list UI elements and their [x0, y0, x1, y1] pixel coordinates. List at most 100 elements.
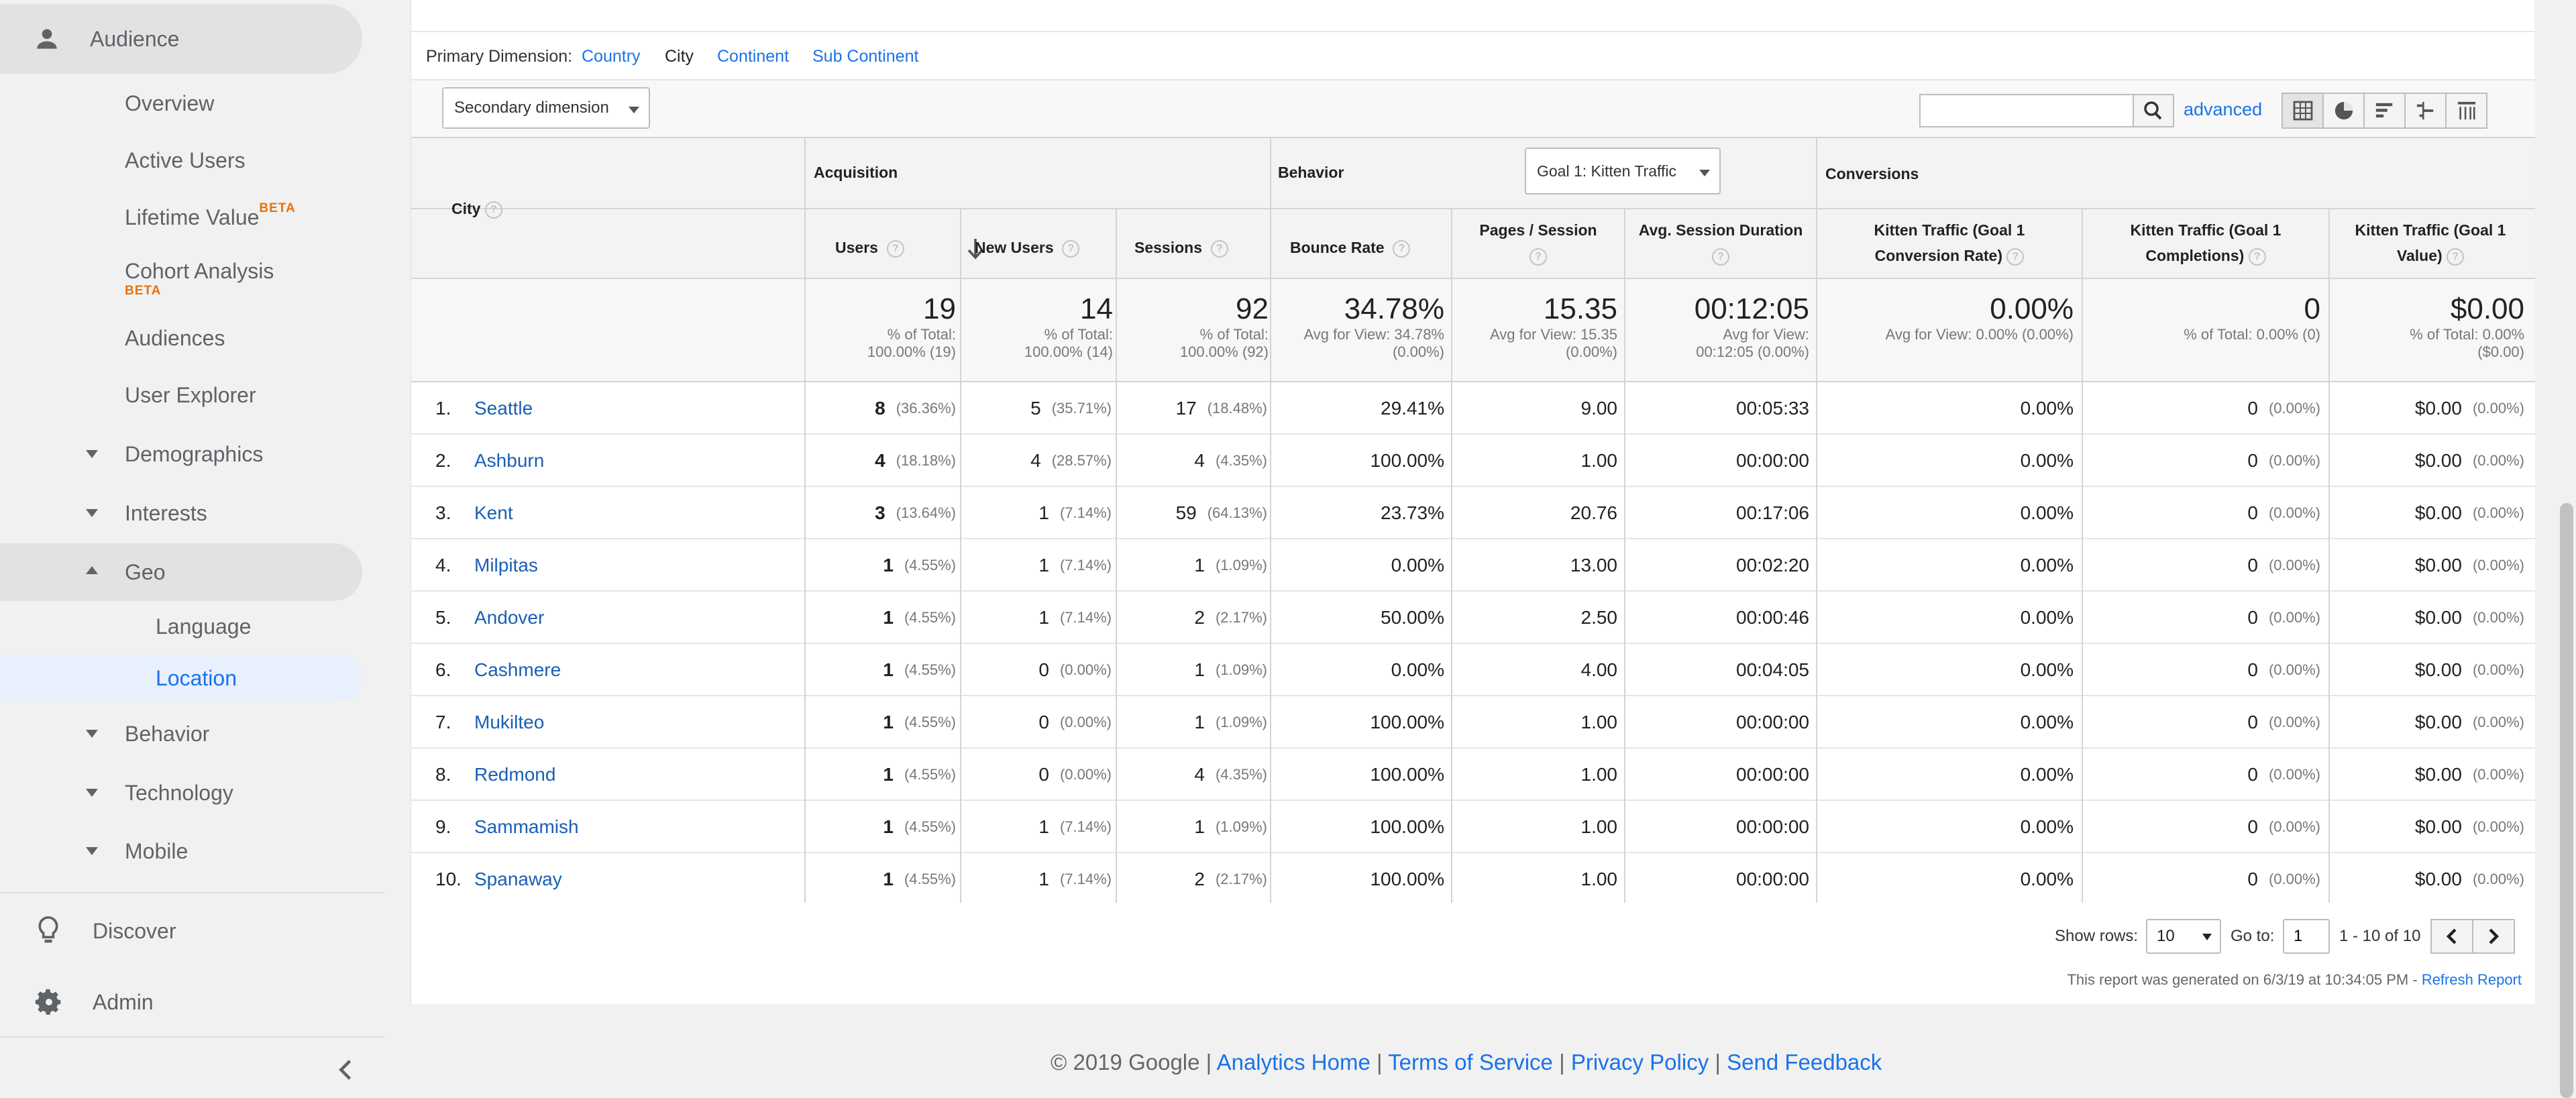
cell-sessions: 59 (64.13%)	[1176, 487, 1267, 539]
sidebar-item-admin[interactable]: Admin	[34, 985, 154, 1020]
cell-percent: (4.55%)	[904, 818, 956, 835]
city-link[interactable]: Sammamish	[474, 801, 579, 853]
column-header-completions[interactable]: Kitten Traffic (Goal 1 Completions) ?	[2083, 217, 2328, 268]
cell-percent: (0.00%)	[2472, 609, 2524, 626]
collapse-sidebar-button[interactable]	[335, 1058, 354, 1085]
column-label: Conversion Rate)	[1874, 247, 2003, 264]
cell-percent: (7.14%)	[1059, 871, 1112, 887]
pie-view-button[interactable]	[2322, 93, 2365, 129]
city-link[interactable]: Redmond	[474, 749, 555, 801]
table-view-button[interactable]	[2282, 93, 2324, 129]
table-search-input[interactable]	[1919, 94, 2134, 127]
column-header-new-users[interactable]: New Users ?	[975, 235, 1122, 260]
cell-value: 100.00%	[1370, 816, 1444, 837]
cell-value: 20.76	[1570, 502, 1617, 523]
sidebar-item-cohort-analysis[interactable]: Cohort Analysis BETA	[125, 259, 353, 299]
column-header-users[interactable]: Users ?	[835, 235, 989, 260]
city-link[interactable]: Ashburn	[474, 435, 544, 487]
chevron-down-icon	[629, 107, 639, 113]
bar-view-button[interactable]	[2363, 93, 2406, 129]
scrollbar-thumb[interactable]	[2560, 503, 2573, 1098]
help-icon: ?	[484, 201, 502, 219]
search-button[interactable]	[2133, 94, 2174, 127]
column-header-value[interactable]: Kitten Traffic (Goal 1 Value) ?	[2330, 217, 2531, 268]
column-header-conversion-rate[interactable]: Kitten Traffic (Goal 1 Conversion Rate) ?	[1817, 217, 2082, 268]
sidebar-item-user-explorer[interactable]: User Explorer	[125, 379, 256, 411]
comparison-view-button[interactable]	[2404, 93, 2447, 129]
column-header-avg-session-duration[interactable]: Avg. Session Duration?	[1625, 217, 1816, 268]
cell-value: 2	[1194, 607, 1205, 628]
sidebar-item-demographics[interactable]: Demographics	[125, 438, 263, 470]
next-page-button[interactable]	[2472, 919, 2515, 954]
dimension-continent-link[interactable]: Continent	[717, 47, 789, 66]
dimension-city-selected: City	[665, 47, 694, 66]
terms-link[interactable]: Terms of Service	[1388, 1050, 1553, 1075]
total-users: 19% of Total: 100.00% (19)	[867, 292, 956, 360]
city-link[interactable]: Milpitas	[474, 539, 538, 592]
previous-page-button[interactable]	[2430, 919, 2473, 954]
cell-conversion-rate: 0.00%	[2021, 644, 2074, 696]
cell-percent: (1.09%)	[1215, 714, 1267, 730]
cell-value: 0	[2247, 869, 2258, 889]
sidebar-item-discover[interactable]: Discover	[34, 914, 176, 948]
cell-value: 1	[1194, 816, 1205, 837]
sidebar-item-overview[interactable]: Overview	[125, 87, 214, 119]
cell-sessions: 2 (2.17%)	[1194, 592, 1267, 644]
advanced-filter-link[interactable]: advanced	[2184, 99, 2262, 120]
sidebar-item-language[interactable]: Language	[156, 610, 251, 643]
dimension-country-link[interactable]: Country	[582, 47, 641, 66]
cell-value: $0.00	[2414, 659, 2462, 680]
sidebar-item-location[interactable]: Location	[156, 662, 237, 694]
refresh-report-link[interactable]: Refresh Report	[2422, 971, 2522, 988]
sidebar-item-mobile[interactable]: Mobile	[125, 835, 188, 867]
cell-value: $0.00	[2414, 869, 2462, 889]
city-link[interactable]: Kent	[474, 487, 513, 539]
chevron-left-icon	[2446, 928, 2457, 944]
page-footer: © 2019 Google | Analytics Home | Terms o…	[1051, 1050, 1882, 1075]
analytics-home-link[interactable]: Analytics Home	[1217, 1050, 1371, 1075]
cell-sessions: 4 (4.35%)	[1194, 435, 1267, 487]
cell-value: 17	[1175, 398, 1197, 419]
secondary-dimension-dropdown[interactable]: Secondary dimension	[442, 87, 650, 129]
person-icon	[37, 29, 57, 49]
column-header-city[interactable]: City ?	[451, 196, 502, 221]
sidebar-item-lifetime-value[interactable]: Lifetime Value BETA	[125, 201, 296, 233]
cell-percent: (18.48%)	[1207, 400, 1267, 417]
sidebar-item-behavior[interactable]: Behavior	[125, 718, 209, 750]
goto-page-input[interactable]	[2283, 919, 2330, 954]
column-header-sessions[interactable]: Sessions ?	[1134, 235, 1282, 260]
column-header-bounce-rate[interactable]: Bounce Rate ?	[1290, 235, 1451, 260]
sidebar-item-geo[interactable]: Geo	[125, 556, 165, 588]
page-range: 1 - 10 of 10	[2339, 927, 2421, 945]
beta-badge: BETA	[259, 201, 296, 215]
cell-percent: (0.00%)	[2268, 452, 2320, 469]
city-link[interactable]: Seattle	[474, 382, 533, 435]
feedback-link[interactable]: Send Feedback	[1727, 1050, 1882, 1075]
city-link[interactable]: Spanaway	[474, 853, 562, 905]
cell-percent: (0.00%)	[2472, 766, 2524, 783]
sidebar-item-technology[interactable]: Technology	[125, 777, 233, 809]
dimension-subcontinent-link[interactable]: Sub Continent	[812, 47, 918, 66]
geo-highlight	[0, 543, 362, 601]
pivot-view-button[interactable]	[2445, 93, 2487, 129]
city-link[interactable]: Cashmere	[474, 644, 561, 696]
sidebar-item-active-users[interactable]: Active Users	[125, 144, 246, 176]
city-link[interactable]: Mukilteo	[474, 696, 544, 749]
cell-value: 0.00%	[2020, 450, 2074, 471]
cell-sessions: 1 (1.09%)	[1194, 644, 1267, 696]
chevron-down-icon	[2202, 934, 2212, 940]
sidebar-item-audiences[interactable]: Audiences	[125, 322, 225, 354]
cell-value: 2	[1194, 869, 1205, 889]
sidebar-item-interests[interactable]: Interests	[125, 497, 207, 529]
column-header-pages-session[interactable]: Pages / Session?	[1452, 217, 1624, 268]
show-rows-select[interactable]: 10	[2146, 919, 2221, 954]
cell-new-users: 4 (28.57%)	[1030, 435, 1112, 487]
privacy-link[interactable]: Privacy Policy	[1571, 1050, 1709, 1075]
city-link[interactable]: Andover	[474, 592, 544, 644]
goal-selector-dropdown[interactable]: Goal 1: Kitten Traffic	[1525, 148, 1721, 195]
cell-value: 0	[2247, 555, 2258, 575]
sidebar-item-audience[interactable]: Audience	[32, 20, 179, 58]
cell-sessions: 2 (2.17%)	[1194, 853, 1267, 905]
total-conversion-rate: 0.00% Avg for View: 0.00% (0.00%)	[1885, 292, 2074, 343]
cell-value: 4	[1030, 450, 1041, 471]
